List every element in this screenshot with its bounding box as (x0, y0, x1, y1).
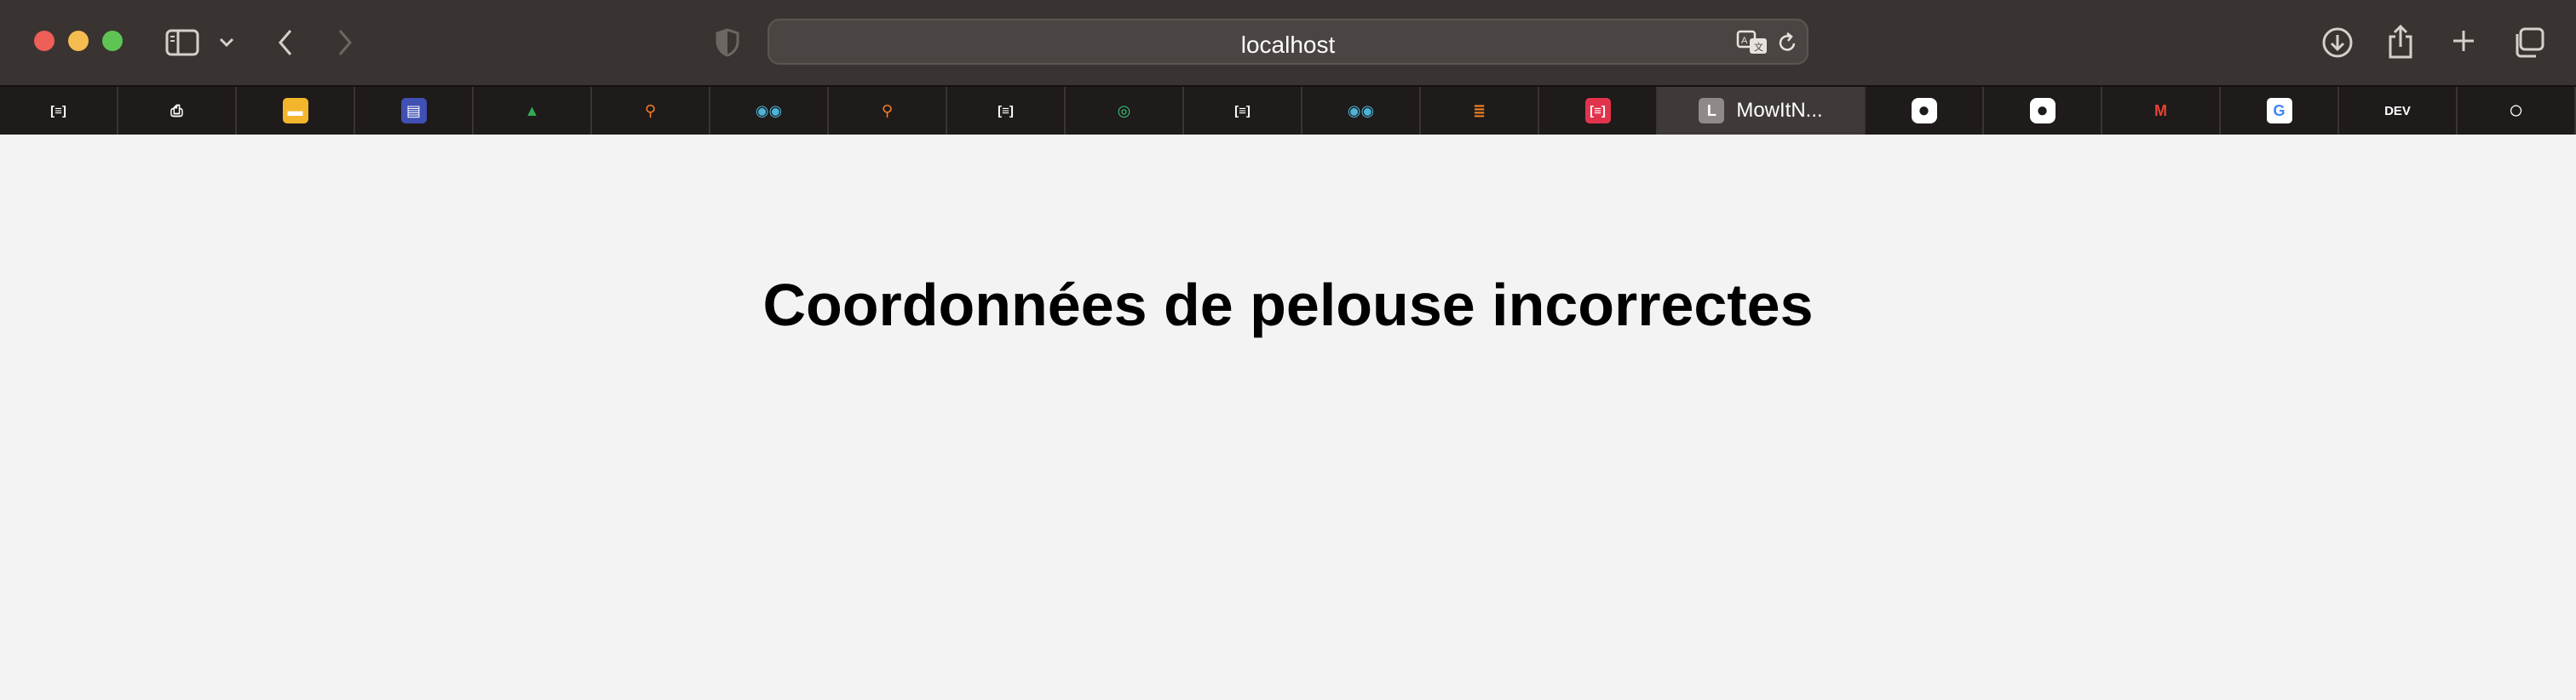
back-button[interactable] (271, 24, 300, 61)
tab[interactable]: ◎ (1066, 87, 1184, 135)
printer-icon: ⎙ (170, 101, 183, 119)
tab[interactable]: ◉◉ (1302, 87, 1421, 135)
tab-label: MowItN... (1736, 99, 1823, 122)
share-button[interactable] (2383, 20, 2418, 61)
github-icon: ● (2029, 98, 2056, 123)
location-pin-icon: ⚲ (644, 101, 657, 119)
google-drive-icon: ▲ (524, 101, 540, 119)
page-content: Coordonnées de pelouse incorrectes (0, 135, 2576, 700)
downloads-button[interactable] (2319, 24, 2356, 61)
slides-icon: ▬ (282, 98, 308, 123)
page-heading: Coordonnées de pelouse incorrectes (762, 272, 1814, 338)
reader-icon: [≡] (50, 103, 66, 118)
tab[interactable]: ▬ (237, 87, 355, 135)
sidebar-icon (165, 29, 199, 56)
svg-text:文: 文 (1754, 41, 1763, 53)
privacy-report-button[interactable] (714, 26, 741, 60)
tab[interactable]: ○ (2458, 87, 2576, 135)
translate-icon: A文 (1736, 30, 1767, 54)
gmail-icon: M (2154, 101, 2167, 119)
tab[interactable]: ● (1866, 87, 1984, 135)
eyes-icon: ◉◉ (755, 101, 783, 119)
address-bar[interactable]: localhost A文 (768, 19, 1808, 65)
dev-icon: DEV (2384, 103, 2411, 118)
translate-button[interactable]: A文 (1735, 27, 1769, 58)
tab[interactable]: [≡] (0, 87, 118, 135)
tab-active[interactable]: L MowItN... (1658, 87, 1866, 135)
chevron-left-icon (279, 30, 292, 55)
tab-group-dropdown-button[interactable] (215, 29, 239, 56)
reader-icon: [≡] (998, 103, 1014, 118)
tab[interactable]: [≡] (947, 87, 1066, 135)
tab-overview-icon (2516, 27, 2544, 58)
green-circle-icon: ◎ (1117, 101, 1131, 119)
tab-overview-button[interactable] (2510, 24, 2547, 61)
tab[interactable]: ⎙ (118, 87, 237, 135)
share-icon (2389, 24, 2412, 59)
close-window-button[interactable] (34, 31, 55, 51)
tab[interactable]: ◉◉ (710, 87, 829, 135)
tab[interactable]: [≡] (1539, 87, 1658, 135)
sidebar-toggle-button[interactable] (164, 26, 201, 60)
tab[interactable]: [≡] (1184, 87, 1302, 135)
tab-bar: [≡] ⎙ ▬ ▤ ▲ ⚲ ◉◉ ⚲ [≡] ◎ [≡] ◉◉ ≣ [≡] L MowItN... ● ● M G DE… (0, 85, 2576, 135)
shield-icon (716, 28, 739, 57)
google-icon: G (2266, 98, 2292, 123)
github-icon: ● (1911, 98, 1937, 123)
forward-button[interactable] (331, 24, 359, 61)
zoom-window-button[interactable] (102, 31, 123, 51)
download-icon (2322, 27, 2353, 58)
tab[interactable]: ⚲ (592, 87, 710, 135)
reload-icon (1779, 32, 1796, 51)
svg-text:A: A (1741, 36, 1748, 46)
red-reader-icon: [≡] (1584, 98, 1611, 123)
new-tab-button[interactable] (2447, 24, 2481, 58)
chevron-right-icon (338, 30, 352, 55)
forms-icon: ▤ (400, 98, 427, 123)
tab[interactable]: G (2221, 87, 2339, 135)
circle-icon: ○ (2508, 96, 2524, 124)
browser-toolbar: localhost A文 (0, 0, 2576, 85)
eyes-icon: ◉◉ (1347, 101, 1375, 119)
tab[interactable]: ● (1984, 87, 2102, 135)
tab[interactable]: M (2102, 87, 2221, 135)
tab[interactable]: ⚲ (829, 87, 947, 135)
tab[interactable]: ▤ (355, 87, 474, 135)
stackoverflow-icon: ≣ (1472, 101, 1486, 119)
chevron-down-icon (219, 37, 234, 48)
tab[interactable]: ≣ (1421, 87, 1539, 135)
address-bar-url: localhost (1240, 32, 1336, 58)
location-pin-icon: ⚲ (881, 101, 894, 119)
tab[interactable]: ▲ (474, 87, 592, 135)
tab[interactable]: DEV (2339, 87, 2458, 135)
reload-button[interactable] (1774, 29, 1800, 56)
letter-l-icon: L (1699, 98, 1725, 123)
minimize-window-button[interactable] (68, 31, 89, 51)
reader-icon: [≡] (1234, 103, 1251, 118)
plus-icon (2453, 31, 2474, 51)
